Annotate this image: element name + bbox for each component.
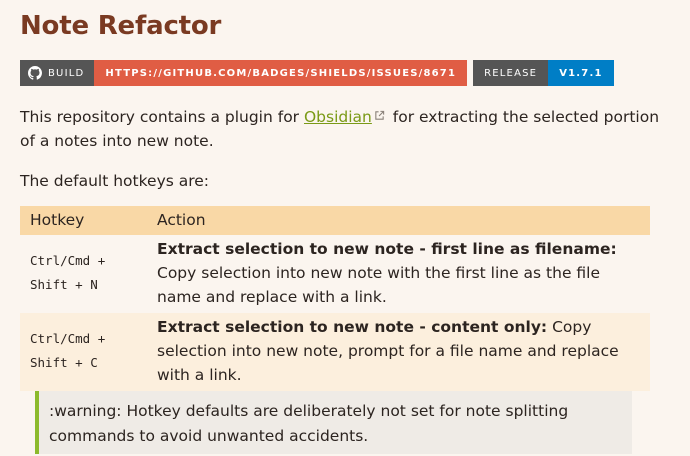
build-badge-label: BUILD	[20, 60, 95, 86]
external-link-icon	[375, 110, 385, 120]
action-cell: Extract selection to new note - first li…	[147, 235, 650, 313]
obsidian-link[interactable]: Obsidian	[304, 108, 372, 126]
action-description: Copy selection into new note with the fi…	[157, 264, 601, 306]
hotkeys-lead: The default hotkeys are:	[20, 172, 210, 190]
release-badge-label: RELEASE	[473, 60, 549, 86]
intro-text-before: This repository contains a plugin for	[20, 108, 304, 126]
callout-text: :warning: Hotkey defaults are deliberate…	[49, 402, 569, 445]
action-title: Extract selection to new note - first li…	[157, 240, 617, 258]
table-row: Ctrl/Cmd + Shift + N Extract selection t…	[20, 235, 650, 313]
action-title: Extract selection to new note - content …	[157, 318, 548, 336]
column-header-hotkey: Hotkey	[20, 206, 147, 235]
readme-page: Note Refactor BUILD HTTPS://GITHUB.COM/B…	[0, 0, 690, 456]
action-cell: Extract selection to new note - content …	[147, 313, 650, 391]
table-header-row: Hotkey Action	[20, 206, 650, 235]
hotkey-cell: Ctrl/Cmd + Shift + C	[20, 313, 147, 391]
github-icon	[28, 66, 42, 80]
hotkeys-table: Hotkey Action Ctrl/Cmd + Shift + N Extra…	[20, 206, 650, 391]
warning-callout: :warning: Hotkey defaults are deliberate…	[35, 391, 632, 454]
badge-row: BUILD HTTPS://GITHUB.COM/BADGES/SHIELDS/…	[20, 60, 670, 86]
table-row: Ctrl/Cmd + Shift + C Extract selection t…	[20, 313, 650, 391]
build-badge-value: HTTPS://GITHUB.COM/BADGES/SHIELDS/ISSUES…	[94, 60, 468, 86]
release-badge[interactable]: RELEASE V1.7.1	[473, 60, 614, 86]
build-badge[interactable]: BUILD HTTPS://GITHUB.COM/BADGES/SHIELDS/…	[20, 60, 468, 86]
release-badge-value: V1.7.1	[548, 60, 614, 86]
hotkey-combo: Ctrl/Cmd + Shift + N	[30, 253, 106, 292]
column-header-action: Action	[147, 206, 650, 235]
page-title: Note Refactor	[20, 11, 222, 41]
build-badge-label-text: BUILD	[48, 67, 85, 79]
hotkey-combo: Ctrl/Cmd + Shift + C	[30, 331, 106, 370]
intro-paragraph: This repository contains a plugin for Ob…	[20, 105, 660, 153]
hotkey-cell: Ctrl/Cmd + Shift + N	[20, 235, 147, 313]
